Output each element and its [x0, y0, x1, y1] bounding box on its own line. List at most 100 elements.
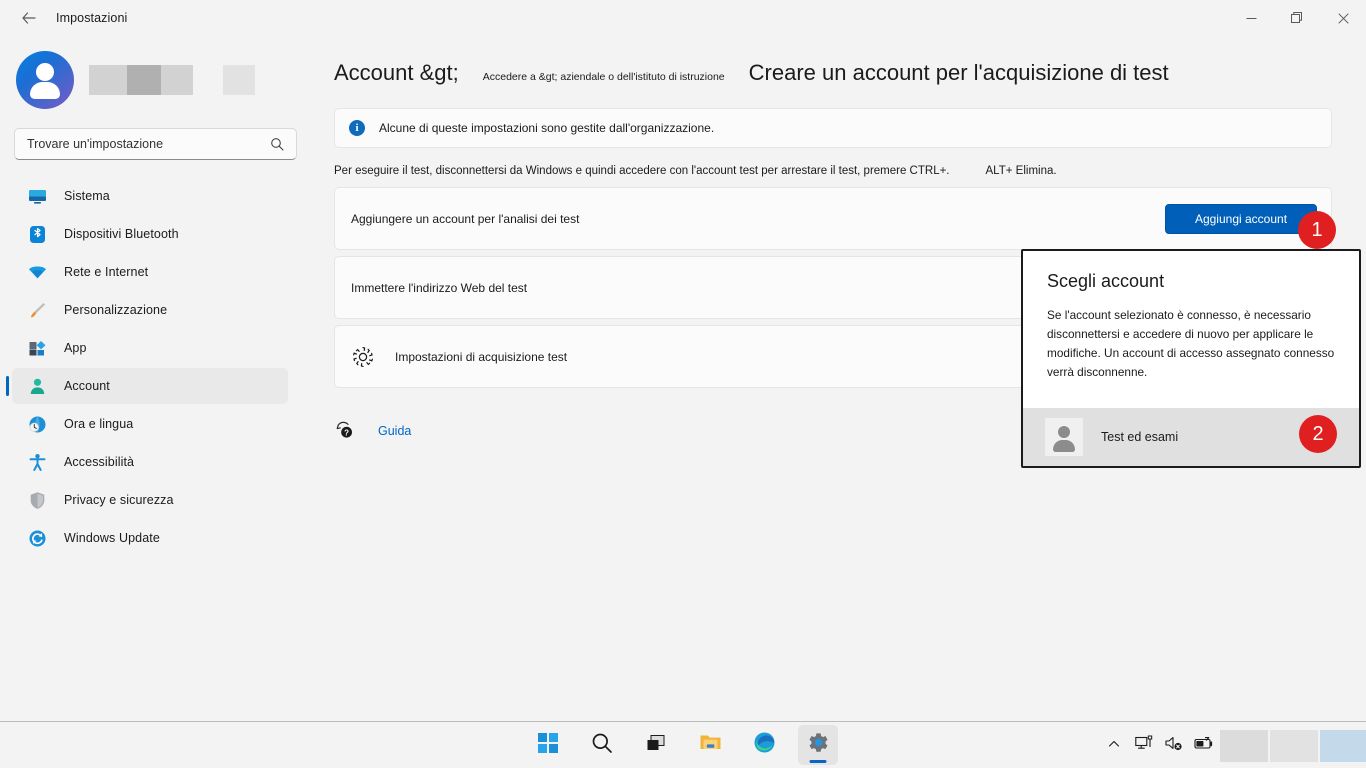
sidebar-item-label: Accessibilità [64, 455, 135, 469]
sidebar-item-label: Account [64, 379, 110, 393]
taskbar-search-button[interactable] [582, 725, 622, 765]
clock-redaction-block[interactable] [1220, 729, 1268, 762]
battery-icon [1193, 735, 1215, 757]
sidebar-item-ora-e-lingua[interactable]: Ora e lingua [12, 406, 288, 442]
volume-button[interactable] [1160, 729, 1188, 763]
task-view-icon [645, 732, 667, 759]
chevron-up-icon [1108, 737, 1120, 755]
page-title: Creare un account per l'acquisizione di … [748, 60, 1169, 85]
sidebar-item-app[interactable]: App [12, 330, 288, 366]
step-badge-2: 2 [1299, 415, 1337, 453]
minimize-icon [1246, 17, 1256, 19]
network-button[interactable] [1130, 729, 1158, 763]
close-icon [1337, 12, 1349, 24]
settings-gear-icon [807, 731, 830, 759]
card-title: Impostazioni di acquisizione test [395, 349, 568, 364]
breadcrumb: Account &gt; Accedere a &gt; aziendale o… [300, 36, 1366, 86]
system-tray [1100, 722, 1366, 768]
settings-window: Impostazioni Trovare un'impostazione Sis… [0, 0, 1366, 768]
sidebar-item-dispositivi-bluetooth[interactable]: Dispositivi Bluetooth [12, 216, 288, 252]
user-avatar-icon [16, 51, 74, 109]
sidebar-item-label: Dispositivi Bluetooth [64, 227, 179, 241]
card-title: Aggiungere un account per l'analisi dei … [351, 211, 580, 226]
flyout-title: Scegli account [1047, 271, 1165, 291]
sidebar-item-sistema[interactable]: Sistema [12, 178, 288, 214]
sidebar-item-label: Privacy e sicurezza [64, 493, 174, 507]
redaction-block [89, 65, 127, 95]
help-question-icon: ? [334, 420, 356, 442]
redaction-block [161, 65, 193, 95]
flyout-body-text: Se l'account selezionato è connesso, è n… [1047, 308, 1335, 379]
sidebar-item-label: App [64, 341, 87, 355]
sidebar-item-label: Personalizzazione [64, 303, 168, 317]
search-input[interactable] [15, 137, 270, 151]
help-link[interactable]: Guida [378, 424, 411, 438]
sidebar: Sistema Dispositivi Bluetooth [0, 36, 300, 721]
close-button[interactable] [1320, 0, 1366, 36]
taskbar [0, 721, 1366, 768]
sidebar-item-account[interactable]: Account [6, 368, 288, 404]
back-button[interactable] [12, 3, 46, 33]
breadcrumb-root[interactable]: Account &gt; [334, 60, 459, 86]
info-icon: i [349, 120, 365, 136]
taskbar-buttons [528, 725, 838, 765]
card-title: Immettere l'indirizzo Web del test [351, 280, 528, 295]
monitor-icon [27, 186, 47, 206]
notification-redaction-block[interactable] [1320, 729, 1366, 762]
profile-section[interactable] [0, 50, 300, 110]
contact-icon [1045, 418, 1083, 456]
wifi-icon [27, 262, 47, 282]
accessibility-icon [27, 452, 47, 472]
card-add-test-account[interactable]: Aggiungere un account per l'analisi dei … [334, 187, 1332, 250]
search-box[interactable] [14, 128, 297, 160]
back-arrow-icon [22, 12, 36, 24]
sidebar-item-accessibilita[interactable]: Accessibilità [12, 444, 288, 480]
windows-start-icon [537, 732, 559, 759]
profile-name-redacted [89, 65, 255, 95]
breadcrumb-middle[interactable]: Accedere a &gt; aziendale o dell'istitut… [483, 71, 725, 83]
sidebar-item-label: Rete e Internet [64, 265, 149, 279]
tray-expand-button[interactable] [1100, 729, 1128, 763]
sidebar-item-rete-e-internet[interactable]: Rete e Internet [12, 254, 288, 290]
window-controls [1228, 0, 1366, 36]
bluetooth-icon [27, 224, 47, 244]
apps-icon [27, 338, 47, 358]
settings-taskbar-button[interactable] [798, 725, 838, 765]
battery-button[interactable] [1190, 729, 1218, 763]
search-icon [270, 137, 284, 151]
sidebar-nav: Sistema Dispositivi Bluetooth Rete e Int… [0, 178, 300, 556]
sidebar-item-windows-update[interactable]: Windows Update [12, 520, 288, 556]
edge-browser-button[interactable] [744, 725, 784, 765]
sidebar-item-privacy-e-sicurezza[interactable]: Privacy e sicurezza [12, 482, 288, 518]
edge-browser-icon [753, 731, 776, 759]
search-icon [591, 732, 613, 759]
update-icon [27, 528, 47, 548]
sidebar-item-personalizzazione[interactable]: Personalizzazione [12, 292, 288, 328]
svg-text:?: ? [344, 428, 349, 437]
restore-icon [1291, 12, 1302, 23]
maximize-button[interactable] [1274, 0, 1320, 36]
description-text: Per eseguire il test, disconnettersi da … [334, 165, 1332, 177]
window-title: Impostazioni [56, 11, 128, 25]
sidebar-item-label: Windows Update [64, 531, 160, 545]
redaction-block [127, 65, 161, 95]
start-button[interactable] [528, 725, 568, 765]
paintbrush-icon [27, 300, 47, 320]
title-bar: Impostazioni [0, 0, 1366, 36]
file-explorer-button[interactable] [690, 725, 730, 765]
description-part1: Per eseguire il test, disconnettersi da … [334, 165, 950, 177]
task-view-button[interactable] [636, 725, 676, 765]
add-account-button[interactable]: Aggiungi account [1165, 203, 1317, 234]
date-redaction-block[interactable] [1270, 729, 1318, 762]
managed-by-org-banner: i Alcune di queste impostazioni sono ges… [334, 108, 1332, 148]
clock-globe-icon [27, 414, 47, 434]
file-explorer-icon [699, 731, 722, 759]
network-monitor-icon [1134, 735, 1154, 757]
redaction-block [223, 65, 255, 95]
sidebar-item-label: Sistema [64, 189, 110, 203]
info-banner-text: Alcune di queste impostazioni sono gesti… [379, 121, 715, 135]
sidebar-item-label: Ora e lingua [64, 417, 134, 431]
step-badge-1: 1 [1298, 211, 1336, 249]
minimize-button[interactable] [1228, 0, 1274, 36]
shield-icon [27, 490, 47, 510]
